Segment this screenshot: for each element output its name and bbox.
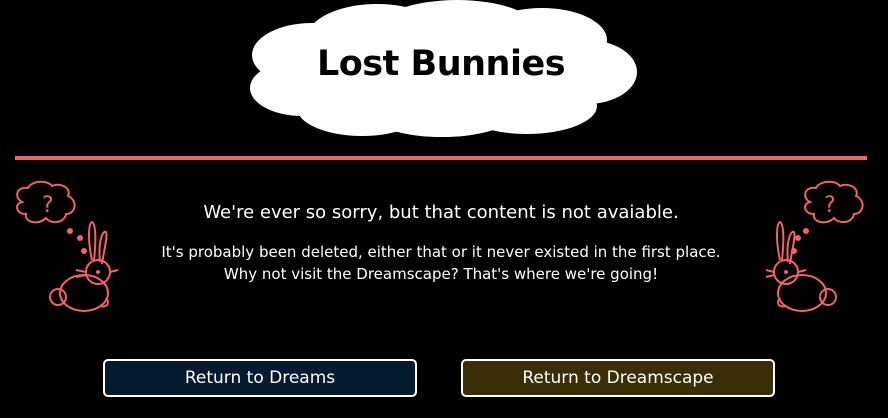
return-to-dreamscape-button[interactable]: Return to Dreamscape: [461, 359, 775, 397]
error-heading: We're ever so sorry, but that content is…: [203, 202, 679, 223]
divider: [15, 156, 867, 160]
error-description-line-2: Why not visit the Dreamscape? That's whe…: [223, 265, 659, 283]
page-title: Lost Bunnies: [316, 44, 566, 84]
error-description-line-1: It's probably been deleted, either that …: [161, 243, 721, 261]
return-to-dreams-button[interactable]: Return to Dreams: [103, 359, 417, 397]
